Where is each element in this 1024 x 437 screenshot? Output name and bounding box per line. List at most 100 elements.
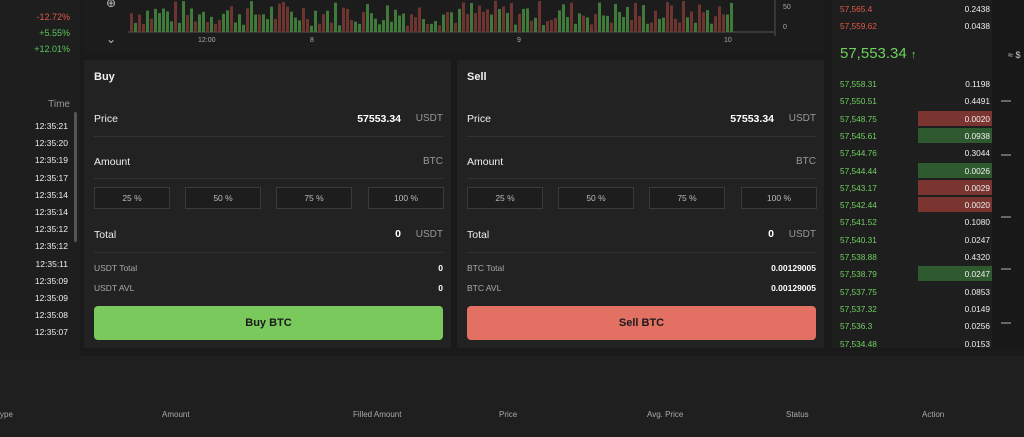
sell-50-percent-button[interactable]: 50 % <box>558 187 634 209</box>
buy-75-percent-button[interactable]: 75 % <box>276 187 352 209</box>
volume-bar <box>558 10 561 32</box>
ask-row[interactable]: 57,559.62 0.0438 <box>832 17 992 35</box>
volume-bar <box>706 10 709 32</box>
bid-row[interactable]: 57,544.44 0.0026 <box>832 162 992 180</box>
buy-100-percent-button[interactable]: 100 % <box>368 187 444 209</box>
volume-bar <box>310 25 313 32</box>
bid-price: 57,541.52 <box>840 217 877 228</box>
sell-75-percent-button[interactable]: 75 % <box>649 187 725 209</box>
trade-time: 12:35:14 <box>34 189 68 200</box>
volume-bar <box>570 2 573 33</box>
volume-bar <box>178 22 181 32</box>
bid-qty: 0.3044 <box>964 148 990 159</box>
buy-btc-button[interactable]: Buy BTC <box>94 306 443 340</box>
volume-bar <box>258 14 261 33</box>
sell-panel: Sell Price 57553.34 USDT Amount BTC 25 %… <box>457 60 824 348</box>
volume-bar <box>606 15 609 33</box>
bid-row[interactable]: 57,538.88 0.4320 <box>832 248 992 266</box>
bid-row[interactable]: 57,548.75 0.0020 <box>832 110 992 128</box>
volume-bar <box>526 8 529 32</box>
buy-total-label: Total <box>94 229 117 241</box>
bid-row[interactable]: 57,542.44 0.0020 <box>832 196 992 214</box>
bid-row[interactable]: 57,545.61 0.0938 <box>832 127 992 145</box>
buy-price-input[interactable]: 57553.34 <box>357 113 401 125</box>
bid-row[interactable]: 57,541.52 0.1080 <box>832 213 992 231</box>
volume-bar <box>214 23 217 32</box>
bid-row[interactable]: 57,538.79 0.0247 <box>832 265 992 283</box>
bid-row[interactable]: 57,534.48 0.0153 <box>832 335 992 353</box>
volume-bar <box>414 17 417 32</box>
volume-bar <box>362 12 365 32</box>
sell-price-input[interactable]: 57553.34 <box>730 113 774 125</box>
buy-50-percent-button[interactable]: 50 % <box>185 187 261 209</box>
volume-bar <box>186 15 189 32</box>
volume-bar <box>562 4 565 32</box>
bid-row[interactable]: 57,550.51 0.4491 <box>832 92 992 110</box>
bid-row[interactable]: 57,558.31 0.1198 <box>832 75 992 93</box>
sell-amount-input[interactable]: BTC <box>796 156 816 167</box>
bid-qty: 0.0853 <box>964 286 990 297</box>
volume-bar <box>274 18 277 32</box>
volume-bar <box>630 20 633 32</box>
bid-price: 57,550.51 <box>840 96 877 107</box>
bid-row[interactable]: 57,540.31 0.0247 <box>832 231 992 249</box>
volume-bar <box>218 19 221 32</box>
sell-total-label: Total <box>467 229 490 241</box>
bid-row[interactable]: 57,537.32 0.0149 <box>832 300 992 318</box>
buy-25-percent-button[interactable]: 25 % <box>94 187 170 209</box>
volume-bar <box>698 4 701 33</box>
price-chart[interactable]: ⊕ ⌄ 12:00 8 9 10 50 0 <box>84 0 824 52</box>
volume-bar <box>278 3 281 33</box>
volume-bar <box>282 1 285 33</box>
divider <box>94 178 443 179</box>
volume-bar <box>438 25 441 32</box>
bid-qty: 0.0247 <box>964 234 990 245</box>
volume-bar <box>466 14 469 32</box>
trade-time: 12:35:09 <box>34 292 68 303</box>
volume-bar <box>398 15 401 32</box>
buy-total-value[interactable]: 0 <box>395 228 401 240</box>
bid-price: 57,536.3 <box>840 321 873 332</box>
zoom-icon[interactable]: ⊕ <box>104 0 118 10</box>
ask-qty: 0.2438 <box>964 4 990 14</box>
bid-row[interactable]: 57,544.76 0.3044 <box>832 144 992 162</box>
trade-history-scrollbar[interactable] <box>74 112 77 242</box>
buy-total-unit: USDT <box>415 229 443 240</box>
bid-price: 57,543.17 <box>840 182 877 193</box>
volume-bar <box>646 23 649 32</box>
btc-avl-value: 0.00129005 <box>771 283 816 293</box>
volume-bar <box>234 22 237 32</box>
volume-bar <box>354 21 357 32</box>
sell-total-value[interactable]: 0 <box>768 228 774 240</box>
volume-bar <box>418 7 421 33</box>
chevron-down-icon[interactable]: ⌄ <box>104 32 118 46</box>
column-header-price: Price <box>499 410 518 419</box>
volume-bar <box>410 14 413 32</box>
volume-bar <box>142 23 145 32</box>
volume-bar <box>638 16 641 32</box>
sell-25-percent-button[interactable]: 25 % <box>467 187 543 209</box>
sell-100-percent-button[interactable]: 100 % <box>741 187 817 209</box>
buy-amount-input[interactable]: BTC <box>423 156 443 167</box>
volume-bar <box>446 11 449 32</box>
trade-time: 12:35:19 <box>34 155 68 166</box>
trade-time: 12:35:14 <box>34 206 68 217</box>
bid-row[interactable]: 57,543.17 0.0029 <box>832 179 992 197</box>
bid-qty: 0.1080 <box>964 217 990 228</box>
sell-total-unit: USDT <box>788 229 816 240</box>
bid-qty: 0.0020 <box>964 200 990 211</box>
volume-bar <box>654 10 657 32</box>
volume-bar <box>322 14 325 33</box>
divider <box>467 136 816 137</box>
bid-price: 57,540.31 <box>840 234 877 245</box>
bid-row[interactable]: 57,536.3 0.0256 <box>832 317 992 335</box>
bid-row[interactable]: 57,537.75 0.0853 <box>832 283 992 301</box>
volume-bar <box>190 8 193 33</box>
ask-row[interactable]: 57,565.4 0.2438 <box>832 0 992 18</box>
trade-time: 12:35:08 <box>34 310 68 321</box>
sell-btc-button[interactable]: Sell BTC <box>467 306 816 340</box>
volume-bar <box>662 17 665 32</box>
volume-bar <box>714 16 717 32</box>
volume-bar <box>682 0 685 32</box>
volume-bar <box>726 14 729 33</box>
